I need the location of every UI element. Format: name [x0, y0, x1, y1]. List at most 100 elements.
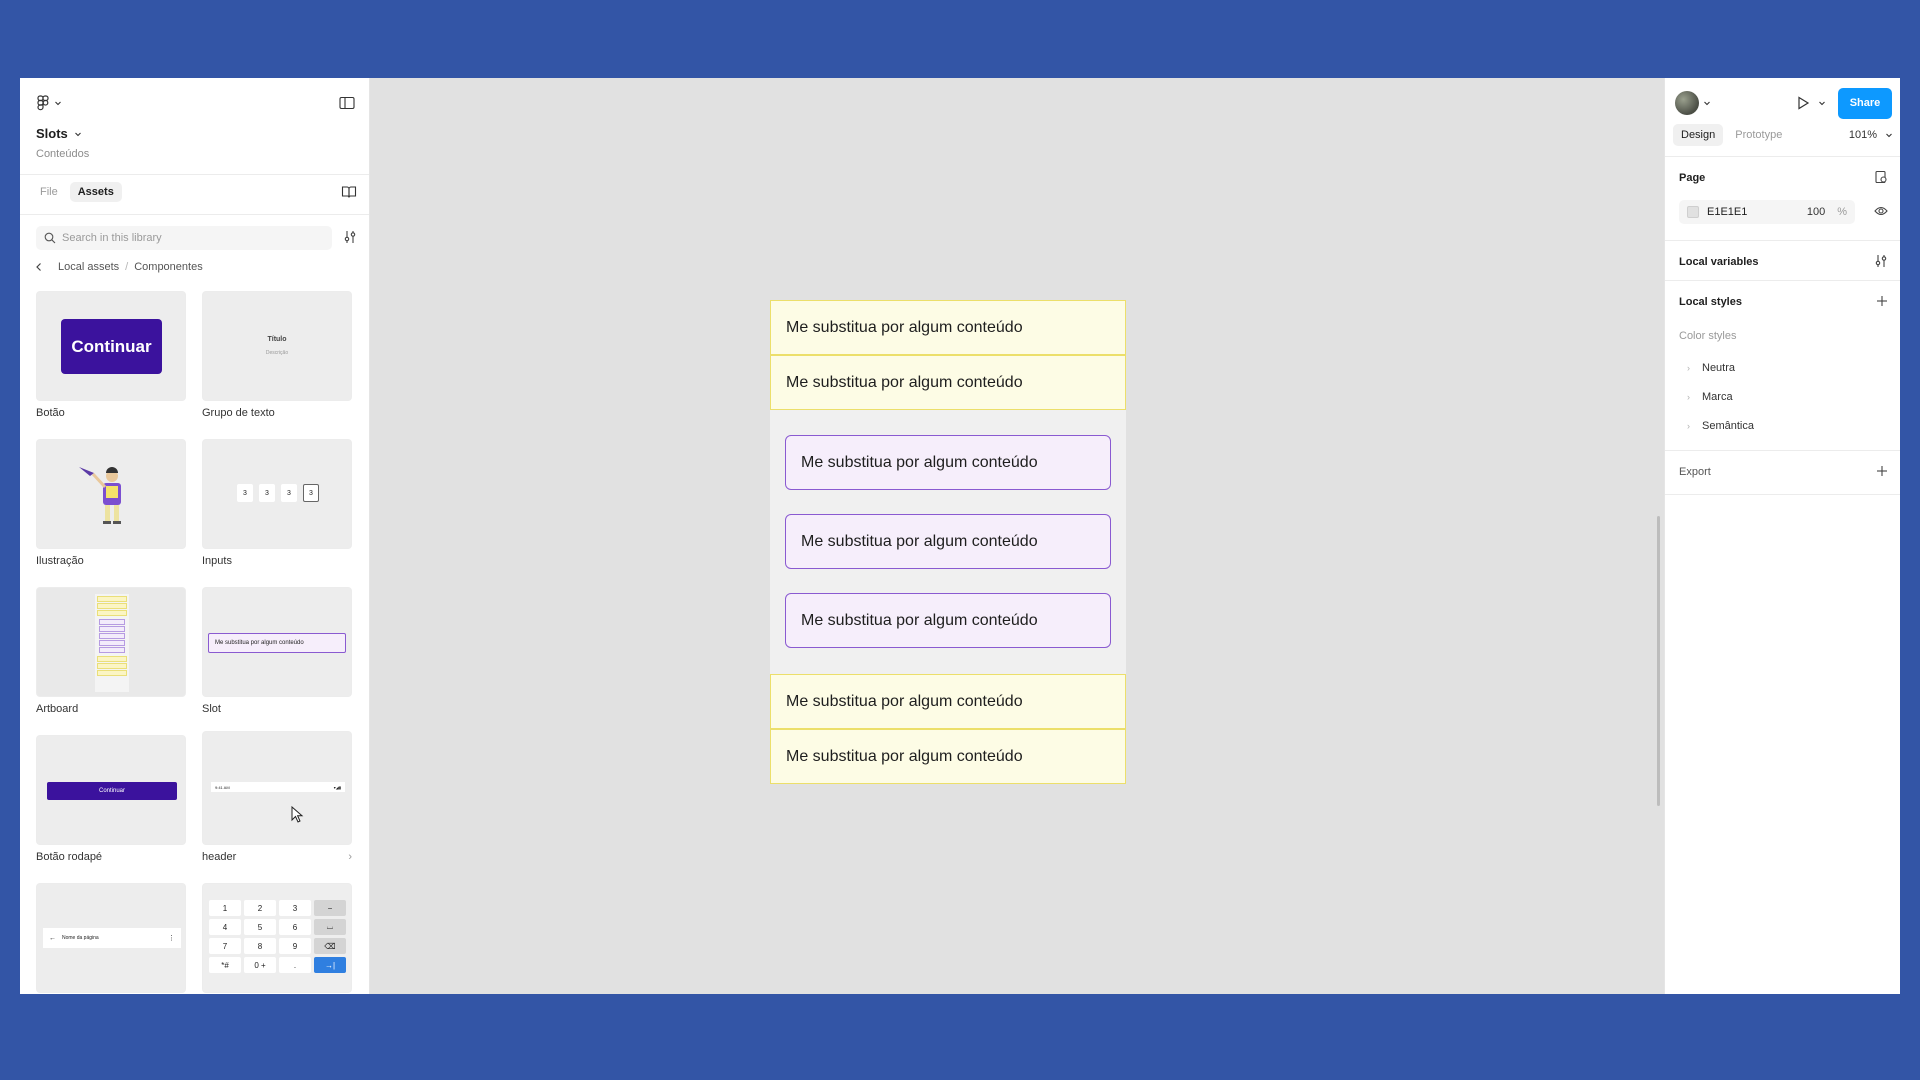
slot-row-yellow[interactable]: Me substitua por algum conteúdo: [770, 355, 1126, 410]
divider: [1665, 156, 1900, 157]
design-canvas[interactable]: Me substitua por algum conteúdo Me subst…: [370, 78, 1664, 994]
slot-row-yellow[interactable]: Me substitua por algum conteúdo: [770, 729, 1126, 784]
color-style-name: Marca: [1702, 391, 1733, 403]
chevron-right-icon[interactable]: ›: [348, 851, 352, 863]
avatar[interactable]: [1675, 91, 1699, 115]
left-tabs: File Assets: [32, 182, 122, 202]
asset-ilustracao[interactable]: Ilustração: [36, 439, 186, 567]
color-style-marca[interactable]: › Marca: [1687, 391, 1733, 403]
asset-slot[interactable]: Me substitua por algum conteúdo Slot: [202, 587, 352, 715]
variables-settings-icon[interactable]: [1874, 254, 1888, 268]
asset-header[interactable]: 9:41 AM ▾◢▮ header ›: [202, 731, 352, 863]
header-preview: 9:41 AM ▾◢▮: [211, 782, 345, 792]
filter-settings-icon[interactable]: [343, 230, 357, 244]
asset-botao-rodape[interactable]: Continuar Botão rodapé: [36, 735, 186, 863]
artboard-frame[interactable]: Me substitua por algum conteúdo Me subst…: [770, 300, 1126, 784]
asset-thumbnail[interactable]: [36, 439, 186, 549]
keypad-key: 5: [244, 919, 276, 935]
asset-artboard[interactable]: Artboard: [36, 587, 186, 715]
otp-digit: 3: [259, 484, 275, 502]
chevron-down-icon: [74, 132, 81, 136]
chevron-right-icon: ›: [1687, 392, 1690, 402]
search-box: [36, 226, 332, 250]
button-preview-label: Continuar: [71, 336, 152, 356]
slot-row-purple[interactable]: Me substitua por algum conteúdo: [785, 593, 1111, 648]
color-swatch[interactable]: [1687, 206, 1699, 218]
otp-preview: 3 3 3 3: [237, 484, 319, 502]
keypad-key: 0 +: [244, 957, 276, 973]
asset-grupo-de-texto[interactable]: Título Descrição Grupo de texto: [202, 291, 352, 419]
asset-page-header[interactable]: ← Nome da página ⋮: [36, 883, 186, 993]
asset-name: Botão: [36, 407, 65, 419]
preview-title: Título: [267, 336, 287, 343]
search-icon: [44, 232, 56, 244]
slot-row-purple[interactable]: Me substitua por algum conteúdo: [785, 514, 1111, 569]
button-preview: Continuar: [61, 319, 162, 374]
share-button[interactable]: Share: [1838, 87, 1892, 119]
page-header-label: Nome da página: [62, 935, 99, 941]
keypad-preview: 1 2 3 − 4 5 6 ⌴ 7 8 9 ⌫ *# 0 + . →|: [209, 900, 347, 973]
asset-thumbnail[interactable]: Continuar: [36, 735, 186, 845]
keypad-key: 6: [279, 919, 311, 935]
figma-window: Slots Conteúdos File Assets Local assets…: [20, 78, 1900, 994]
eye-icon[interactable]: [1874, 205, 1888, 217]
present-button[interactable]: [1796, 96, 1826, 110]
page-settings-icon[interactable]: [1874, 170, 1888, 184]
divider: [1665, 450, 1900, 451]
opacity-unit: %: [1837, 206, 1847, 218]
zoom-dropdown[interactable]: 101%: [1849, 129, 1893, 141]
keypad-key: 4: [209, 919, 241, 935]
color-style-neutra[interactable]: › Neutra: [1687, 362, 1735, 374]
otp-digit: 3: [237, 484, 253, 502]
sidebar-toggle-icon[interactable]: [339, 96, 355, 110]
page-color-hex[interactable]: E1E1E1: [1707, 206, 1799, 218]
asset-inputs[interactable]: 3 3 3 3 Inputs: [202, 439, 352, 567]
chevron-right-icon: ›: [1687, 421, 1690, 431]
plus-icon[interactable]: [1876, 465, 1888, 477]
page-color-field[interactable]: E1E1E1 100 %: [1679, 200, 1855, 224]
tab-file[interactable]: File: [32, 182, 66, 202]
slot-row-yellow[interactable]: Me substitua por algum conteúdo: [770, 674, 1126, 729]
play-icon: [1798, 96, 1810, 110]
chevron-down-icon: [1886, 133, 1892, 138]
asset-botao[interactable]: Continuar Botão: [36, 291, 186, 419]
divider: [1665, 240, 1900, 241]
asset-thumbnail[interactable]: [36, 587, 186, 697]
slot-row-purple[interactable]: Me substitua por algum conteúdo: [785, 435, 1111, 490]
tab-assets[interactable]: Assets: [69, 182, 122, 202]
main-menu-button[interactable]: [36, 95, 62, 111]
back-arrow-icon[interactable]: [34, 262, 44, 272]
page-header-preview: ← Nome da página ⋮: [43, 928, 181, 948]
canvas-scrollbar[interactable]: [1657, 516, 1660, 806]
asset-name: Slot: [202, 703, 221, 715]
chevron-right-icon: ›: [1687, 363, 1690, 373]
slot-row-yellow[interactable]: Me substitua por algum conteúdo: [770, 300, 1126, 355]
search-input[interactable]: [62, 232, 312, 244]
page-opacity[interactable]: 100: [1807, 206, 1825, 218]
local-variables-title[interactable]: Local variables: [1679, 256, 1759, 268]
tab-prototype[interactable]: Prototype: [1727, 124, 1790, 146]
chevron-down-icon[interactable]: [1703, 99, 1711, 107]
back-arrow-icon: ←: [49, 934, 56, 942]
file-name-button[interactable]: Slots: [36, 126, 82, 141]
keypad-key: *#: [209, 957, 241, 973]
asset-thumbnail[interactable]: 9:41 AM ▾◢▮: [202, 731, 352, 845]
footer-button-label: Continuar: [98, 788, 125, 794]
library-book-icon[interactable]: [341, 185, 357, 199]
divider: [1665, 280, 1900, 281]
asset-thumbnail[interactable]: Continuar: [36, 291, 186, 401]
asset-name: Inputs: [202, 555, 232, 567]
zoom-level: 101%: [1848, 129, 1877, 141]
breadcrumb-separator: /: [125, 261, 129, 273]
asset-thumbnail[interactable]: 3 3 3 3: [202, 439, 352, 549]
asset-thumbnail[interactable]: ← Nome da página ⋮: [36, 883, 186, 993]
asset-name: Ilustração: [36, 555, 84, 567]
asset-thumbnail[interactable]: 1 2 3 − 4 5 6 ⌴ 7 8 9 ⌫ *# 0 + . →|: [202, 883, 352, 993]
color-style-semantica[interactable]: › Semântica: [1687, 420, 1754, 432]
asset-keypad[interactable]: 1 2 3 − 4 5 6 ⌴ 7 8 9 ⌫ *# 0 + . →|: [202, 883, 352, 993]
asset-thumbnail[interactable]: Me substitua por algum conteúdo: [202, 587, 352, 697]
plus-icon[interactable]: [1876, 295, 1888, 307]
tab-design[interactable]: Design: [1673, 124, 1724, 146]
breadcrumb-local-assets[interactable]: Local assets: [58, 261, 119, 273]
asset-thumbnail[interactable]: Título Descrição: [202, 291, 352, 401]
